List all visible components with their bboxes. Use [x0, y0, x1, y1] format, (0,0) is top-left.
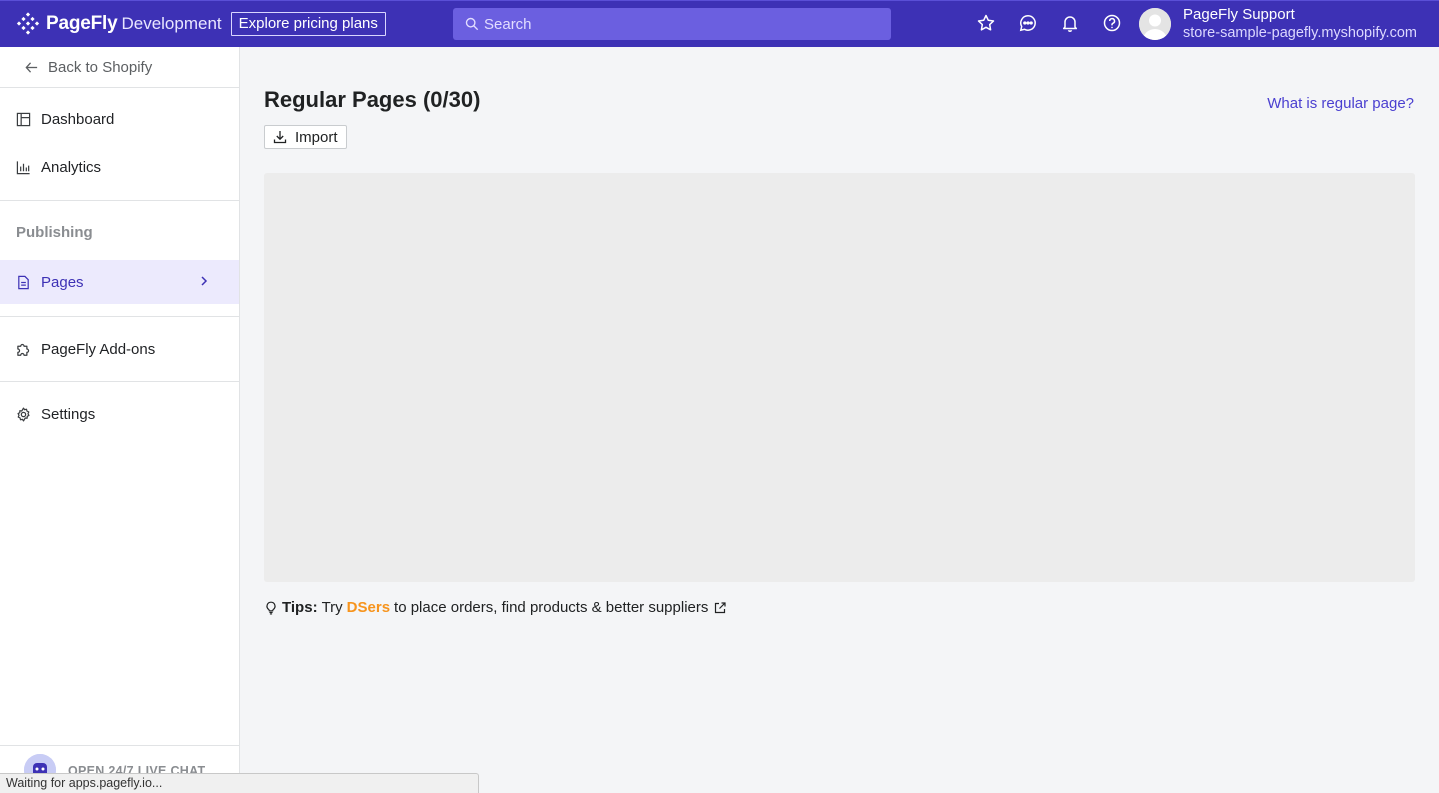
star-icon[interactable]	[975, 12, 997, 34]
lightbulb-icon	[266, 601, 276, 614]
tips-prefix: Tips:	[282, 599, 318, 616]
dashboard-icon	[16, 112, 31, 126]
sidebar-item-pages[interactable]: Pages	[0, 260, 239, 304]
download-icon	[273, 131, 287, 144]
chat-icon[interactable]	[1017, 12, 1039, 34]
sidebar-item-dashboard[interactable]: Dashboard	[0, 105, 239, 133]
explore-pricing-button[interactable]: Explore pricing plans	[230, 12, 386, 36]
import-button[interactable]: Import	[264, 125, 347, 149]
back-label: Back to Shopify	[48, 58, 153, 76]
dsers-brand-link[interactable]: DSers	[347, 599, 390, 616]
user-name: PageFly Support	[1183, 6, 1295, 23]
external-link-icon[interactable]	[713, 601, 727, 615]
user-menu[interactable]: PageFly Support store-sample-pagefly.mys…	[1139, 6, 1417, 42]
sidebar-item-label: Settings	[41, 405, 96, 423]
help-icon[interactable]	[1101, 12, 1123, 34]
divider	[0, 381, 239, 382]
environment-label: Development	[121, 14, 222, 33]
brand[interactable]: PageFly Development	[16, 12, 222, 36]
back-to-shopify-link[interactable]: Back to Shopify	[0, 47, 239, 88]
sidebar-item-analytics[interactable]: Analytics	[0, 153, 239, 181]
sidebar-item-settings[interactable]: Settings	[0, 400, 239, 428]
page-icon	[18, 275, 29, 289]
sidebar-item-label: Analytics	[41, 158, 102, 176]
search-bar[interactable]	[453, 8, 891, 40]
bell-icon[interactable]	[1059, 12, 1081, 34]
divider	[0, 316, 239, 317]
avatar	[1139, 8, 1171, 40]
sidebar: Back to Shopify Dashboard Analytics Publ…	[0, 47, 240, 793]
gear-icon	[17, 407, 30, 421]
chevron-right-icon	[201, 276, 208, 286]
loading-skeleton	[264, 173, 1415, 582]
top-bar: PageFly Development Explore pricing plan…	[0, 0, 1439, 47]
brand-name: PageFly	[46, 13, 118, 34]
tips-try: Try	[321, 599, 343, 616]
divider	[0, 200, 239, 201]
page-title: Regular Pages (0/30)	[264, 87, 481, 112]
tips-banner: Tips: Try DSers to place orders, find pr…	[264, 599, 731, 616]
pagefly-logo-icon	[16, 12, 40, 35]
top-icons	[975, 12, 1123, 34]
arrow-left-icon	[25, 61, 38, 73]
store-domain: store-sample-pagefly.myshopify.com	[1183, 25, 1417, 41]
sidebar-item-label: PageFly Add-ons	[41, 340, 156, 358]
analytics-icon	[16, 160, 30, 174]
puzzle-icon	[17, 343, 30, 356]
search-input[interactable]	[484, 15, 864, 33]
sidebar-item-label: Dashboard	[41, 110, 115, 128]
section-label-publishing: Publishing	[16, 224, 93, 241]
what-is-regular-page-link[interactable]: What is regular page?	[1267, 95, 1414, 112]
import-label: Import	[295, 128, 338, 146]
search-icon	[465, 17, 479, 31]
sidebar-item-label: Pages	[41, 273, 84, 291]
tips-text[interactable]: to place orders, find products & better …	[394, 599, 708, 616]
browser-status-bar: Waiting for apps.pagefly.io...	[0, 773, 479, 793]
sidebar-item-addons[interactable]: PageFly Add-ons	[0, 335, 239, 363]
